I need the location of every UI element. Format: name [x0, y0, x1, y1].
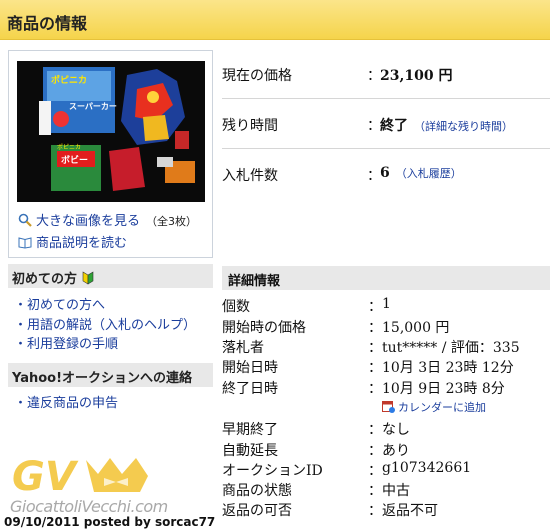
- detail-value: あり: [382, 443, 410, 459]
- image-count-note: （全3枚）: [146, 215, 198, 228]
- divider: [222, 148, 550, 149]
- toy-photo-illustration: ポピニカ スーパーカー ボビー ポピニカ: [17, 61, 205, 202]
- detail-value: 返品不可: [382, 503, 438, 519]
- svg-text:ポピニカ: ポピニカ: [57, 143, 81, 151]
- detail-colon: ：: [368, 299, 382, 315]
- detailed-time-link[interactable]: （詳細な残り時間）: [414, 120, 513, 133]
- detail-label: 早期終了: [222, 422, 278, 438]
- product-image-panel: ポピニカ スーパーカー ボビー ポピニカ 大きな画像を見る （全3枚） 商品説明…: [8, 50, 213, 258]
- current-price-value: 23,100 円: [380, 68, 453, 84]
- beginner-mark-icon: [82, 271, 93, 285]
- current-price-label: 現在の価格: [222, 68, 292, 84]
- detail-label: 落札者: [222, 340, 264, 356]
- detail-colon: ：: [368, 320, 382, 336]
- detail-colon: ：: [368, 463, 382, 479]
- section-header: 商品の情報: [0, 0, 550, 40]
- book-icon: [18, 237, 32, 249]
- detail-value: 10月 3日 23時 12分: [382, 360, 514, 376]
- product-photo[interactable]: ポピニカ スーパーカー ボビー ポピニカ: [17, 61, 205, 202]
- divider: [222, 98, 550, 99]
- enlarge-image-link[interactable]: 大きな画像を見る （全3枚）: [18, 210, 197, 229]
- svg-text:ポピニカ: ポピニカ: [51, 74, 87, 86]
- bid-count-label: 入札件数: [222, 168, 278, 184]
- watermark-posted-by: 09/10/2011 posted by sorcac77: [4, 515, 216, 529]
- report-violation-link[interactable]: 違反商品の申告: [14, 392, 118, 411]
- detail-label: オークションID: [222, 463, 323, 479]
- detail-colon: ：: [368, 483, 382, 499]
- page-title: 商品の情報: [7, 14, 88, 33]
- details-heading: 詳細情報: [222, 266, 550, 290]
- glossary-link[interactable]: 用語の解説（入札のヘルプ）: [14, 314, 196, 333]
- svg-text:ボビー: ボビー: [61, 154, 88, 166]
- detail-label: 自動延長: [222, 443, 278, 459]
- detail-value: g107342661: [382, 460, 472, 476]
- detail-label: 個数: [222, 299, 250, 315]
- detail-colon: ：: [368, 360, 382, 376]
- read-description-link[interactable]: 商品説明を読む: [18, 232, 127, 251]
- registration-steps-link[interactable]: 利用登録の手順: [14, 333, 118, 352]
- detail-label: 開始時の価格: [222, 320, 306, 336]
- beginners-guide-link[interactable]: 初めての方へ: [14, 294, 105, 313]
- detail-value: 15,000 円: [382, 320, 450, 336]
- magnifier-icon: [18, 213, 32, 227]
- svg-text:GV: GV: [12, 454, 79, 496]
- detail-label: 返品の可否: [222, 503, 292, 519]
- detail-colon: ：: [368, 340, 382, 356]
- contact-heading: Yahoo!オークションへの連絡: [8, 363, 213, 387]
- detail-value: tut***** / 評価：335: [382, 340, 520, 356]
- detail-value: 10月 9日 23時 8分: [382, 381, 505, 397]
- time-left-value: 終了 （詳細な残り時間）: [380, 118, 513, 134]
- detail-colon: ：: [368, 422, 382, 438]
- add-to-calendar-link[interactable]: カレンダーに追加: [382, 399, 486, 415]
- detail-label: 終了日時: [222, 381, 278, 397]
- detail-label: 開始日時: [222, 360, 278, 376]
- watermark-logo: GV: [12, 454, 148, 496]
- time-left-label: 残り時間: [222, 118, 278, 134]
- beginners-heading: 初めての方: [8, 264, 213, 288]
- price-colon: ：: [367, 68, 381, 84]
- calendar-icon: [382, 401, 395, 413]
- detail-colon: ：: [368, 503, 382, 519]
- detail-label: 商品の状態: [222, 483, 292, 499]
- detail-value: 1: [382, 296, 391, 312]
- detail-value: なし: [382, 422, 410, 438]
- detail-colon: ：: [368, 381, 382, 397]
- bids-colon: ：: [367, 168, 381, 184]
- bid-history-link[interactable]: （入札履歴）: [396, 167, 462, 180]
- detail-colon: ：: [368, 443, 382, 459]
- watermark-site: GiocattoliVecchi.com: [10, 497, 168, 516]
- detail-value: 中古: [382, 483, 410, 499]
- svg-text:スーパーカー: スーパーカー: [69, 101, 117, 111]
- time-colon: ：: [367, 118, 381, 134]
- bid-count-value: 6 （入札履歴）: [380, 165, 462, 181]
